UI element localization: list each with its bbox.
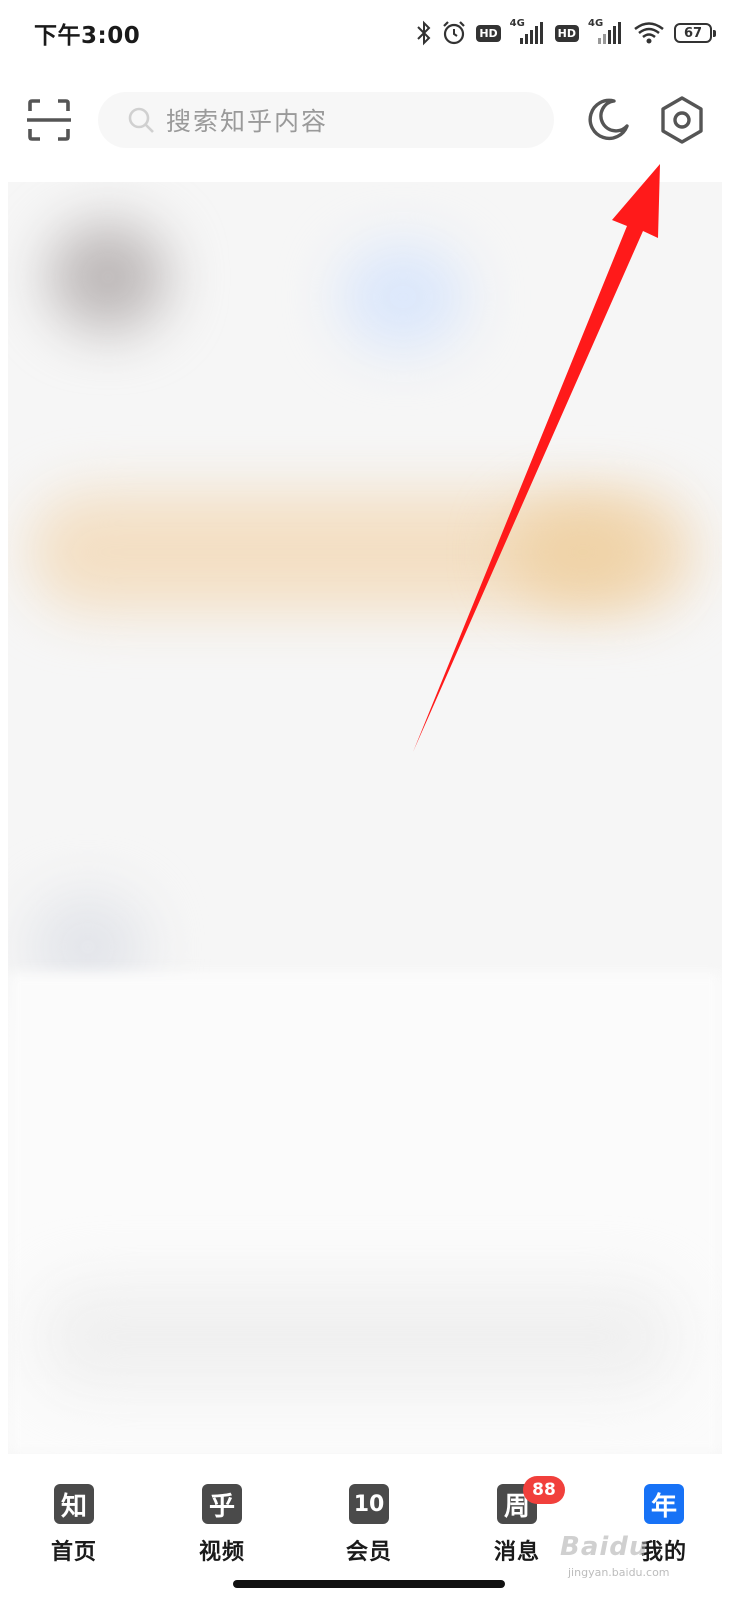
network-type: 4G [588, 18, 604, 29]
nav-label: 消息 [493, 1540, 540, 1565]
video-icon: 乎 [202, 1484, 242, 1524]
membership-icon: 10 [349, 1484, 389, 1524]
network-type: 4G [509, 18, 525, 29]
status-time: 下午3:00 [34, 23, 141, 49]
battery-level: 67 [683, 25, 703, 41]
scan-icon[interactable] [24, 95, 74, 145]
signal-icon: 4G [510, 18, 546, 44]
bluetooth-icon [417, 20, 431, 46]
hd-icon: HD [554, 24, 579, 42]
alarm-icon [443, 21, 466, 45]
nav-item-membership[interactable]: 10 会员 [323, 1484, 415, 1574]
status-icons: HD 4G HD 4G 67 [416, 18, 716, 48]
nav-item-home[interactable]: 知 首页 [28, 1484, 120, 1574]
top-bar: 搜索知乎内容 [0, 78, 738, 162]
nav-label: 会员 [345, 1540, 392, 1565]
messages-icon: 周 88 [497, 1476, 565, 1524]
profile-icon: 年 [644, 1484, 684, 1524]
battery-icon: 67 [674, 23, 716, 43]
search-placeholder: 搜索知乎内容 [166, 107, 329, 136]
search-icon [128, 107, 154, 133]
watermark-logo: Baidu [560, 1532, 649, 1562]
notification-badge: 88 [523, 1476, 565, 1504]
home-indicator [233, 1580, 505, 1588]
nav-item-messages[interactable]: 周 88 消息 [471, 1476, 565, 1574]
nav-label: 视频 [198, 1540, 245, 1565]
blurred-content [8, 182, 722, 1454]
status-bar: 下午3:00 HD 4G HD 4G 67 [0, 0, 738, 66]
signal-icon: 4G [588, 18, 624, 44]
nav-label: 首页 [50, 1540, 97, 1565]
settings-icon[interactable] [656, 94, 708, 146]
wifi-icon [634, 22, 664, 44]
hd-icon: HD [476, 24, 501, 42]
moon-icon[interactable] [584, 96, 632, 144]
watermark-url: jingyan.baidu.com [568, 1566, 670, 1579]
home-icon: 知 [54, 1484, 94, 1524]
search-input[interactable]: 搜索知乎内容 [98, 92, 554, 148]
nav-item-video[interactable]: 乎 视频 [176, 1484, 268, 1574]
